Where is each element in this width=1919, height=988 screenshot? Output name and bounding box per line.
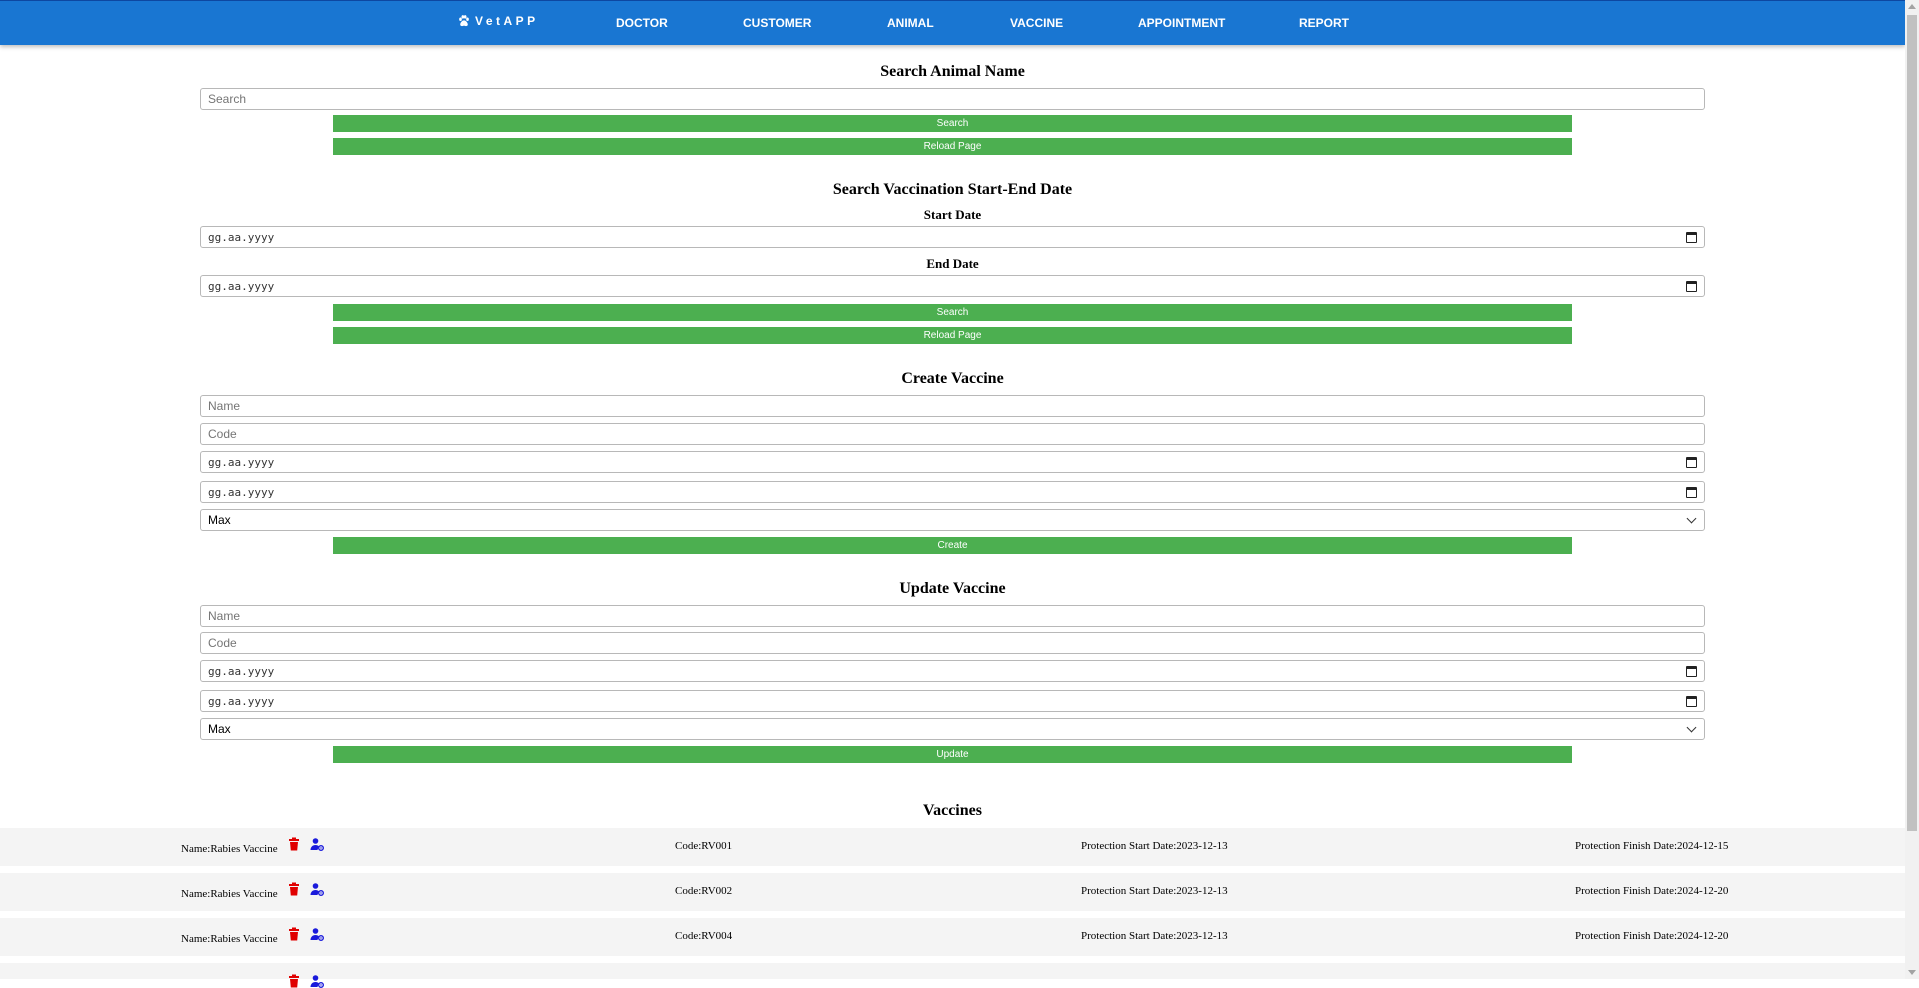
list-item: [0, 963, 1905, 988]
code-placeholder: Code: [208, 427, 237, 441]
end-date-label: End Date: [926, 256, 979, 271]
calendar-icon[interactable]: [1686, 231, 1697, 243]
create-start-date-input[interactable]: gg.aa.yyyy: [200, 451, 1705, 473]
date-placeholder: gg.aa.yyyy: [208, 279, 275, 293]
vaccine-name: Name:Rabies Vaccine: [181, 933, 278, 945]
scrollbar-thumb[interactable]: [1907, 15, 1917, 831]
scroll-down-arrow[interactable]: [1905, 965, 1919, 979]
create-button[interactable]: Create: [333, 537, 1572, 554]
user-edit-icon[interactable]: [310, 974, 324, 988]
name-placeholder: Name: [208, 609, 241, 623]
trash-icon[interactable]: [287, 837, 301, 851]
vaccine-code: Code:RV004: [675, 930, 733, 942]
calendar-icon[interactable]: [1686, 486, 1697, 498]
vaccine-name: Name:Rabies Vaccine: [181, 843, 278, 855]
vaccine-finish-date: Protection Finish Date:2024-12-20: [1575, 930, 1729, 942]
search-animal-placeholder: Search: [208, 92, 247, 106]
name-placeholder: Name: [208, 399, 241, 413]
calendar-icon[interactable]: [1686, 665, 1697, 677]
create-vaccine-title: Create Vaccine: [901, 370, 1004, 387]
calendar-icon[interactable]: [1686, 695, 1697, 707]
create-code-input[interactable]: Code: [200, 423, 1705, 445]
vaccine-code: Code:RV001: [675, 840, 733, 852]
trash-icon[interactable]: [287, 927, 301, 941]
vaccines-title: Vaccines: [923, 802, 982, 819]
vaccine-code: Code:RV002: [675, 885, 733, 897]
create-finish-date-input[interactable]: gg.aa.yyyy: [200, 481, 1705, 503]
search-animal-button[interactable]: Search: [333, 115, 1572, 132]
chevron-down-icon: [1686, 722, 1697, 732]
list-item: Name:Rabies Vaccine Code:RV004 Protectio…: [0, 918, 1905, 956]
vaccine-name: Name:Rabies Vaccine: [181, 888, 278, 900]
trash-icon[interactable]: [287, 882, 301, 896]
nav-customer[interactable]: CUSTOMER: [743, 16, 811, 30]
calendar-icon[interactable]: [1686, 456, 1697, 468]
update-code-input[interactable]: Code: [200, 632, 1705, 654]
search-date-title: Search Vaccination Start-End Date: [832, 181, 1073, 198]
nav-appointment[interactable]: APPOINTMENT: [1138, 16, 1225, 30]
select-value: Max: [208, 513, 231, 527]
nav-animal[interactable]: ANIMAL: [887, 16, 934, 30]
update-finish-date-input[interactable]: gg.aa.yyyy: [200, 690, 1705, 712]
brand-name: VetAPP: [475, 14, 539, 28]
brand-link[interactable]: VetAPP: [457, 14, 539, 28]
date-placeholder: gg.aa.yyyy: [208, 485, 275, 499]
update-animal-select[interactable]: Max: [200, 718, 1705, 740]
list-item: Name:Rabies Vaccine Code:RV002 Protectio…: [0, 873, 1905, 911]
start-date-label: Start Date: [923, 207, 982, 222]
search-animal-input[interactable]: Search: [200, 88, 1705, 110]
search-date-button[interactable]: Search: [333, 304, 1572, 321]
vaccine-finish-date: Protection Finish Date:2024-12-20: [1575, 885, 1729, 897]
vertical-scrollbar[interactable]: [1905, 0, 1919, 979]
nav-report[interactable]: REPORT: [1299, 16, 1349, 30]
end-date-input[interactable]: gg.aa.yyyy: [200, 275, 1705, 297]
date-placeholder: gg.aa.yyyy: [208, 664, 275, 678]
user-edit-icon[interactable]: [310, 927, 324, 941]
vaccine-start-date: Protection Start Date:2023-12-13: [1081, 840, 1228, 852]
vaccine-finish-date: Protection Finish Date:2024-12-15: [1575, 840, 1729, 852]
reload-page-button[interactable]: Reload Page: [333, 138, 1572, 155]
update-vaccine-title: Update Vaccine: [899, 580, 1006, 597]
trash-icon[interactable]: [287, 974, 301, 988]
update-start-date-input[interactable]: gg.aa.yyyy: [200, 660, 1705, 682]
create-name-input[interactable]: Name: [200, 395, 1705, 417]
code-placeholder: Code: [208, 636, 237, 650]
update-button[interactable]: Update: [333, 746, 1572, 763]
scroll-up-arrow[interactable]: [1905, 0, 1919, 14]
date-placeholder: gg.aa.yyyy: [208, 230, 275, 244]
vaccine-start-date: Protection Start Date:2023-12-13: [1081, 885, 1228, 897]
nav-doctor[interactable]: DOCTOR: [616, 16, 668, 30]
user-edit-icon[interactable]: [310, 882, 324, 896]
search-animal-title: Search Animal Name: [880, 63, 1025, 80]
start-date-input[interactable]: gg.aa.yyyy: [200, 226, 1705, 248]
reload-page-button[interactable]: Reload Page: [333, 327, 1572, 344]
chevron-down-icon: [1686, 513, 1697, 523]
calendar-icon[interactable]: [1686, 280, 1697, 292]
update-name-input[interactable]: Name: [200, 605, 1705, 627]
select-value: Max: [208, 722, 231, 736]
date-placeholder: gg.aa.yyyy: [208, 694, 275, 708]
create-animal-select[interactable]: Max: [200, 509, 1705, 531]
list-item: Name:Rabies Vaccine Code:RV001 Protectio…: [0, 828, 1905, 866]
nav-vaccine[interactable]: VACCINE: [1010, 16, 1063, 30]
vaccine-start-date: Protection Start Date:2023-12-13: [1081, 930, 1228, 942]
user-edit-icon[interactable]: [310, 837, 324, 851]
date-placeholder: gg.aa.yyyy: [208, 455, 275, 469]
top-navbar: VetAPP DOCTOR CUSTOMER ANIMAL VACCINE AP…: [0, 0, 1905, 45]
paw-icon: [459, 15, 469, 27]
